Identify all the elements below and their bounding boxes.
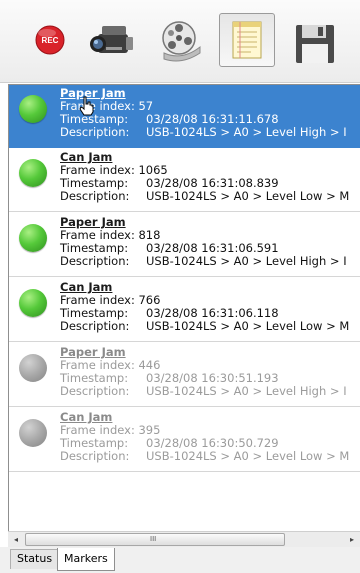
description-value: USB-1024LS > A0 > Level Low > M bbox=[146, 189, 350, 203]
description-value: USB-1024LS > A0 > Level Low > M bbox=[146, 319, 350, 333]
scroll-left-arrow-icon[interactable]: ◂ bbox=[8, 532, 24, 547]
tab-status[interactable]: Status bbox=[10, 549, 60, 569]
description-label: Description: bbox=[60, 254, 130, 268]
row-divider bbox=[9, 406, 360, 407]
toolbar: REC bbox=[0, 0, 360, 83]
frame-index-value: 57 bbox=[138, 99, 154, 113]
status-dot-green bbox=[19, 95, 47, 123]
tab-markers[interactable]: Markers bbox=[57, 548, 115, 571]
timestamp-value: 03/28/08 16:31:06.118 bbox=[146, 306, 279, 320]
row-divider bbox=[9, 341, 360, 342]
floppy-disk-icon bbox=[296, 25, 334, 63]
status-dot-green bbox=[19, 289, 47, 317]
frame-index-value: 1065 bbox=[138, 163, 168, 177]
marker-item[interactable]: Paper Jam Frame index: 446 Timestamp: 03/… bbox=[9, 344, 360, 407]
timestamp-value: 03/28/08 16:30:51.193 bbox=[146, 371, 279, 385]
marker-item[interactable]: Paper Jam Frame index: 818 Timestamp: 03/… bbox=[9, 214, 360, 277]
description-value: USB-1024LS > A0 > Level Low > M bbox=[146, 449, 350, 463]
status-dot-gray bbox=[19, 419, 47, 447]
row-divider bbox=[9, 211, 360, 212]
marker-item[interactable]: Can Jam Frame index: 1065 Timestamp: 03/2… bbox=[9, 149, 360, 212]
status-dot-gray bbox=[19, 354, 47, 382]
tab-bar: Status Markers bbox=[0, 547, 360, 573]
film-reel-button[interactable] bbox=[152, 13, 208, 67]
description-label: Description: bbox=[60, 125, 130, 139]
video-camera-icon bbox=[90, 26, 133, 53]
status-dot-green bbox=[19, 224, 47, 252]
description-label: Description: bbox=[60, 319, 130, 333]
frame-index-value: 818 bbox=[138, 228, 161, 242]
frame-index-value: 446 bbox=[138, 358, 161, 372]
marker-item[interactable]: Can Jam Frame index: 395 Timestamp: 03/28… bbox=[9, 409, 360, 472]
row-divider bbox=[9, 471, 360, 472]
film-reel-icon bbox=[162, 21, 201, 62]
hand-cursor-icon bbox=[79, 96, 94, 116]
record-label: REC bbox=[42, 36, 59, 45]
save-button[interactable] bbox=[288, 13, 344, 67]
description-value: USB-1024LS > A0 > Level High > I bbox=[146, 125, 347, 139]
frame-index-value: 395 bbox=[138, 423, 161, 437]
scrollbar-thumb[interactable]: III bbox=[25, 533, 285, 546]
timestamp-value: 03/28/08 16:30:50.729 bbox=[146, 436, 279, 450]
horizontal-scrollbar[interactable]: ◂ III ▸ bbox=[8, 531, 360, 547]
record-button[interactable]: REC bbox=[24, 13, 80, 67]
status-dot-green bbox=[19, 159, 47, 187]
notepad-icon bbox=[232, 21, 262, 59]
timestamp-value: 03/28/08 16:31:08.839 bbox=[146, 176, 279, 190]
description-label: Description: bbox=[60, 449, 130, 463]
markers-list[interactable]: Paper Jam Frame index: 57 Timestamp: 03/2… bbox=[8, 84, 360, 541]
description-label: Description: bbox=[60, 384, 130, 398]
marker-item[interactable]: Paper Jam Frame index: 57 Timestamp: 03/2… bbox=[9, 85, 360, 148]
timestamp-value: 03/28/08 16:31:11.678 bbox=[146, 112, 279, 126]
description-label: Description: bbox=[60, 189, 130, 203]
timestamp-value: 03/28/08 16:31:06.591 bbox=[146, 241, 279, 255]
frame-index-value: 766 bbox=[138, 293, 161, 307]
notepad-button[interactable] bbox=[219, 13, 275, 67]
video-camera-button[interactable] bbox=[86, 13, 142, 67]
description-value: USB-1024LS > A0 > Level High > I bbox=[146, 384, 347, 398]
scroll-right-arrow-icon[interactable]: ▸ bbox=[344, 532, 360, 547]
description-value: USB-1024LS > A0 > Level High > I bbox=[146, 254, 347, 268]
scrollbar-grip: III bbox=[150, 535, 157, 543]
row-divider bbox=[9, 276, 360, 277]
record-icon: REC bbox=[35, 25, 65, 55]
marker-item[interactable]: Can Jam Frame index: 766 Timestamp: 03/28… bbox=[9, 279, 360, 342]
